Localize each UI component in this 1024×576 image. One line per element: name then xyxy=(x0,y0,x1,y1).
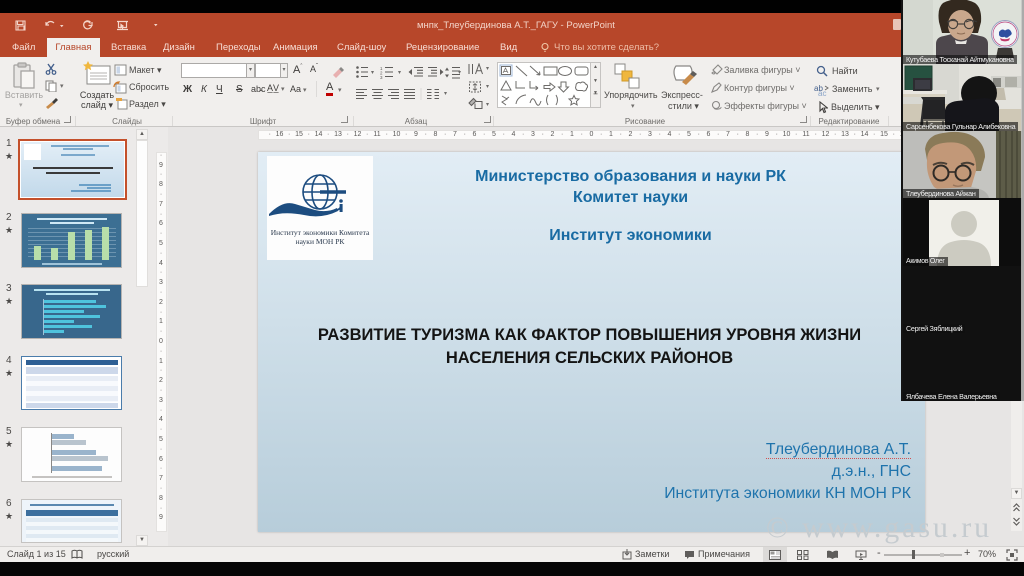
svg-text:3: 3 xyxy=(380,75,383,79)
